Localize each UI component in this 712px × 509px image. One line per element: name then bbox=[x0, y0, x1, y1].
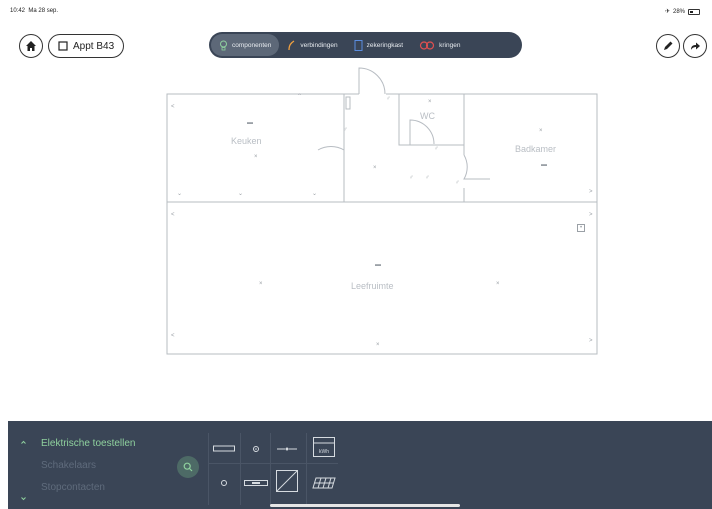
entry-door bbox=[358, 67, 386, 95]
arrow-up-icon[interactable] bbox=[20, 433, 27, 444]
point-light-icon bbox=[253, 446, 259, 452]
kitchen-door bbox=[317, 146, 345, 151]
category-schakelaars[interactable]: Schakelaars bbox=[41, 460, 96, 471]
chevron-up-icon: ⌃ bbox=[297, 94, 303, 100]
room-label-wc: WC bbox=[420, 111, 435, 121]
chevron-down-icon: ⌄ bbox=[238, 191, 244, 197]
grid-divider bbox=[306, 433, 307, 505]
component-marker[interactable]: × bbox=[428, 99, 432, 105]
solar-panel-icon bbox=[312, 477, 336, 489]
chevron-down-icon: ⌄ bbox=[312, 191, 318, 197]
badkamer-door bbox=[463, 154, 490, 180]
connector-icon bbox=[277, 447, 297, 451]
chevron-right-icon: > bbox=[589, 189, 593, 195]
component-solar-panel[interactable] bbox=[309, 471, 339, 495]
switch-marker[interactable]: ♂ bbox=[386, 96, 391, 102]
room-label-keuken: Keuken bbox=[231, 136, 262, 146]
component-marker[interactable]: × bbox=[254, 154, 258, 160]
component-led-strip[interactable] bbox=[241, 471, 271, 495]
search-button[interactable] bbox=[177, 456, 199, 478]
chevron-left-icon: < bbox=[171, 212, 175, 218]
switch-marker[interactable]: ♂ bbox=[425, 175, 430, 181]
chevron-down-icon: ⌄ bbox=[177, 191, 183, 197]
socket-marker[interactable]: • bbox=[577, 224, 586, 232]
led-strip-icon bbox=[244, 480, 268, 486]
room-label-badkamer: Badkamer bbox=[515, 144, 557, 154]
light-marker[interactable]: ▬ bbox=[541, 162, 547, 168]
room-keuken[interactable] bbox=[166, 93, 345, 203]
grid-divider bbox=[208, 463, 338, 464]
switch-marker[interactable]: ♂ bbox=[455, 180, 460, 186]
home-indicator[interactable] bbox=[270, 504, 460, 507]
component-marker[interactable]: × bbox=[496, 281, 500, 287]
chevron-right-icon: > bbox=[589, 338, 593, 344]
arrow-down-icon[interactable] bbox=[20, 489, 27, 501]
rect-light-icon bbox=[213, 445, 235, 452]
small-light-icon bbox=[221, 480, 227, 486]
converter-icon bbox=[276, 470, 298, 492]
app-screen: 10:42 Ma 28 sep. ✈ 28% Appt B43 componen… bbox=[0, 0, 712, 509]
component-kwh-meter[interactable]: kWh bbox=[309, 435, 339, 459]
wall-top-right bbox=[344, 93, 598, 203]
component-point-light[interactable] bbox=[241, 437, 271, 461]
component-connector[interactable] bbox=[272, 437, 302, 461]
component-converter[interactable] bbox=[272, 469, 302, 493]
chevron-right-icon: > bbox=[589, 212, 593, 218]
switch-marker[interactable]: ♂ bbox=[343, 127, 348, 133]
component-marker[interactable]: × bbox=[376, 342, 380, 348]
search-icon bbox=[183, 462, 193, 472]
room-leefruimte[interactable] bbox=[166, 201, 598, 355]
category-elektrische-toestellen[interactable]: Elektrische toestellen bbox=[41, 438, 136, 449]
component-marker[interactable]: × bbox=[259, 281, 263, 287]
component-panel: Elektrische toestellen Schakelaars Stopc… bbox=[8, 421, 712, 509]
switch-marker[interactable]: ♂ bbox=[434, 146, 439, 152]
light-marker[interactable]: ▬ bbox=[375, 262, 381, 268]
kwh-label: kWh bbox=[319, 449, 329, 455]
light-marker[interactable]: ▬ bbox=[247, 120, 253, 126]
wc-door bbox=[409, 119, 435, 145]
chevron-left-icon: < bbox=[171, 333, 175, 339]
component-small-light[interactable] bbox=[209, 471, 239, 495]
switch-marker[interactable]: ♂ bbox=[409, 175, 414, 181]
category-stopcontacten[interactable]: Stopcontacten bbox=[41, 482, 105, 493]
component-marker[interactable]: × bbox=[373, 165, 377, 171]
room-label-leefruimte: Leefruimte bbox=[351, 281, 394, 291]
component-marker[interactable]: × bbox=[539, 128, 543, 134]
component-rect-light[interactable] bbox=[209, 437, 239, 461]
chevron-left-icon: < bbox=[171, 104, 175, 110]
floor-plan bbox=[166, 67, 598, 355]
